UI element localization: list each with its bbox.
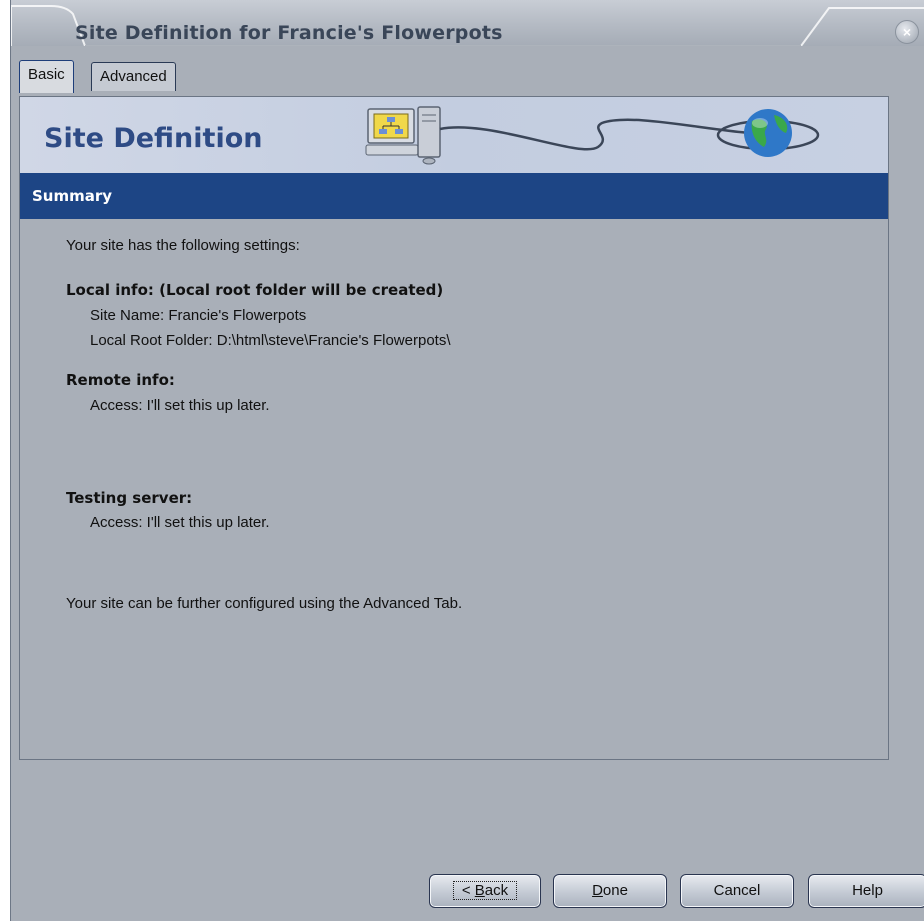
summary-intro: Your site has the following settings:	[66, 237, 300, 254]
window-title: Site Definition for Francie's Flowerpots	[75, 22, 503, 44]
close-icon[interactable]: ×	[895, 20, 919, 44]
cancel-button[interactable]: Cancel	[680, 874, 794, 908]
banner-illustration	[365, 106, 820, 165]
banner-title: Site Definition	[44, 123, 263, 154]
summary-footer: Your site can be further configured usin…	[66, 595, 463, 612]
done-button[interactable]: Done	[553, 874, 667, 908]
testing-access-value: Access: I'll set this up later.	[90, 514, 270, 531]
done-label-rest: one	[602, 882, 628, 899]
local-root-value: Local Root Folder: D:\html\steve\Francie…	[90, 332, 451, 349]
tab-advanced[interactable]: Advanced	[91, 62, 176, 91]
site-definition-window: Site Definition for Francie's Flowerpots…	[10, 0, 924, 921]
site-definition-banner: Site Definition	[20, 97, 888, 173]
testing-server-heading: Testing server:	[66, 489, 193, 507]
back-button[interactable]: < Back	[429, 874, 541, 908]
summary-title: Summary	[32, 187, 113, 205]
back-label-rest: ack	[484, 882, 509, 899]
local-info-heading: Local info: (Local root folder will be c…	[66, 281, 444, 299]
site-name-value: Site Name: Francie's Flowerpots	[90, 307, 307, 324]
help-button[interactable]: Help	[808, 874, 924, 908]
tab-bar: Basic Advanced	[11, 56, 924, 96]
remote-access-value: Access: I'll set this up later.	[90, 397, 270, 414]
globe-icon	[716, 109, 820, 157]
title-bar[interactable]: Site Definition for Francie's Flowerpots…	[11, 0, 924, 56]
done-accelerator: D	[592, 882, 603, 899]
main-panel: Site Definition Summary Your site has th…	[19, 96, 889, 760]
back-accelerator: B	[474, 882, 485, 899]
remote-info-heading: Remote info:	[66, 371, 175, 389]
back-prefix: <	[461, 882, 475, 899]
back-button-focus: < Back	[452, 881, 518, 900]
tab-basic[interactable]: Basic	[19, 60, 74, 93]
summary-header: Summary	[20, 173, 888, 219]
computer-icon	[365, 106, 441, 165]
